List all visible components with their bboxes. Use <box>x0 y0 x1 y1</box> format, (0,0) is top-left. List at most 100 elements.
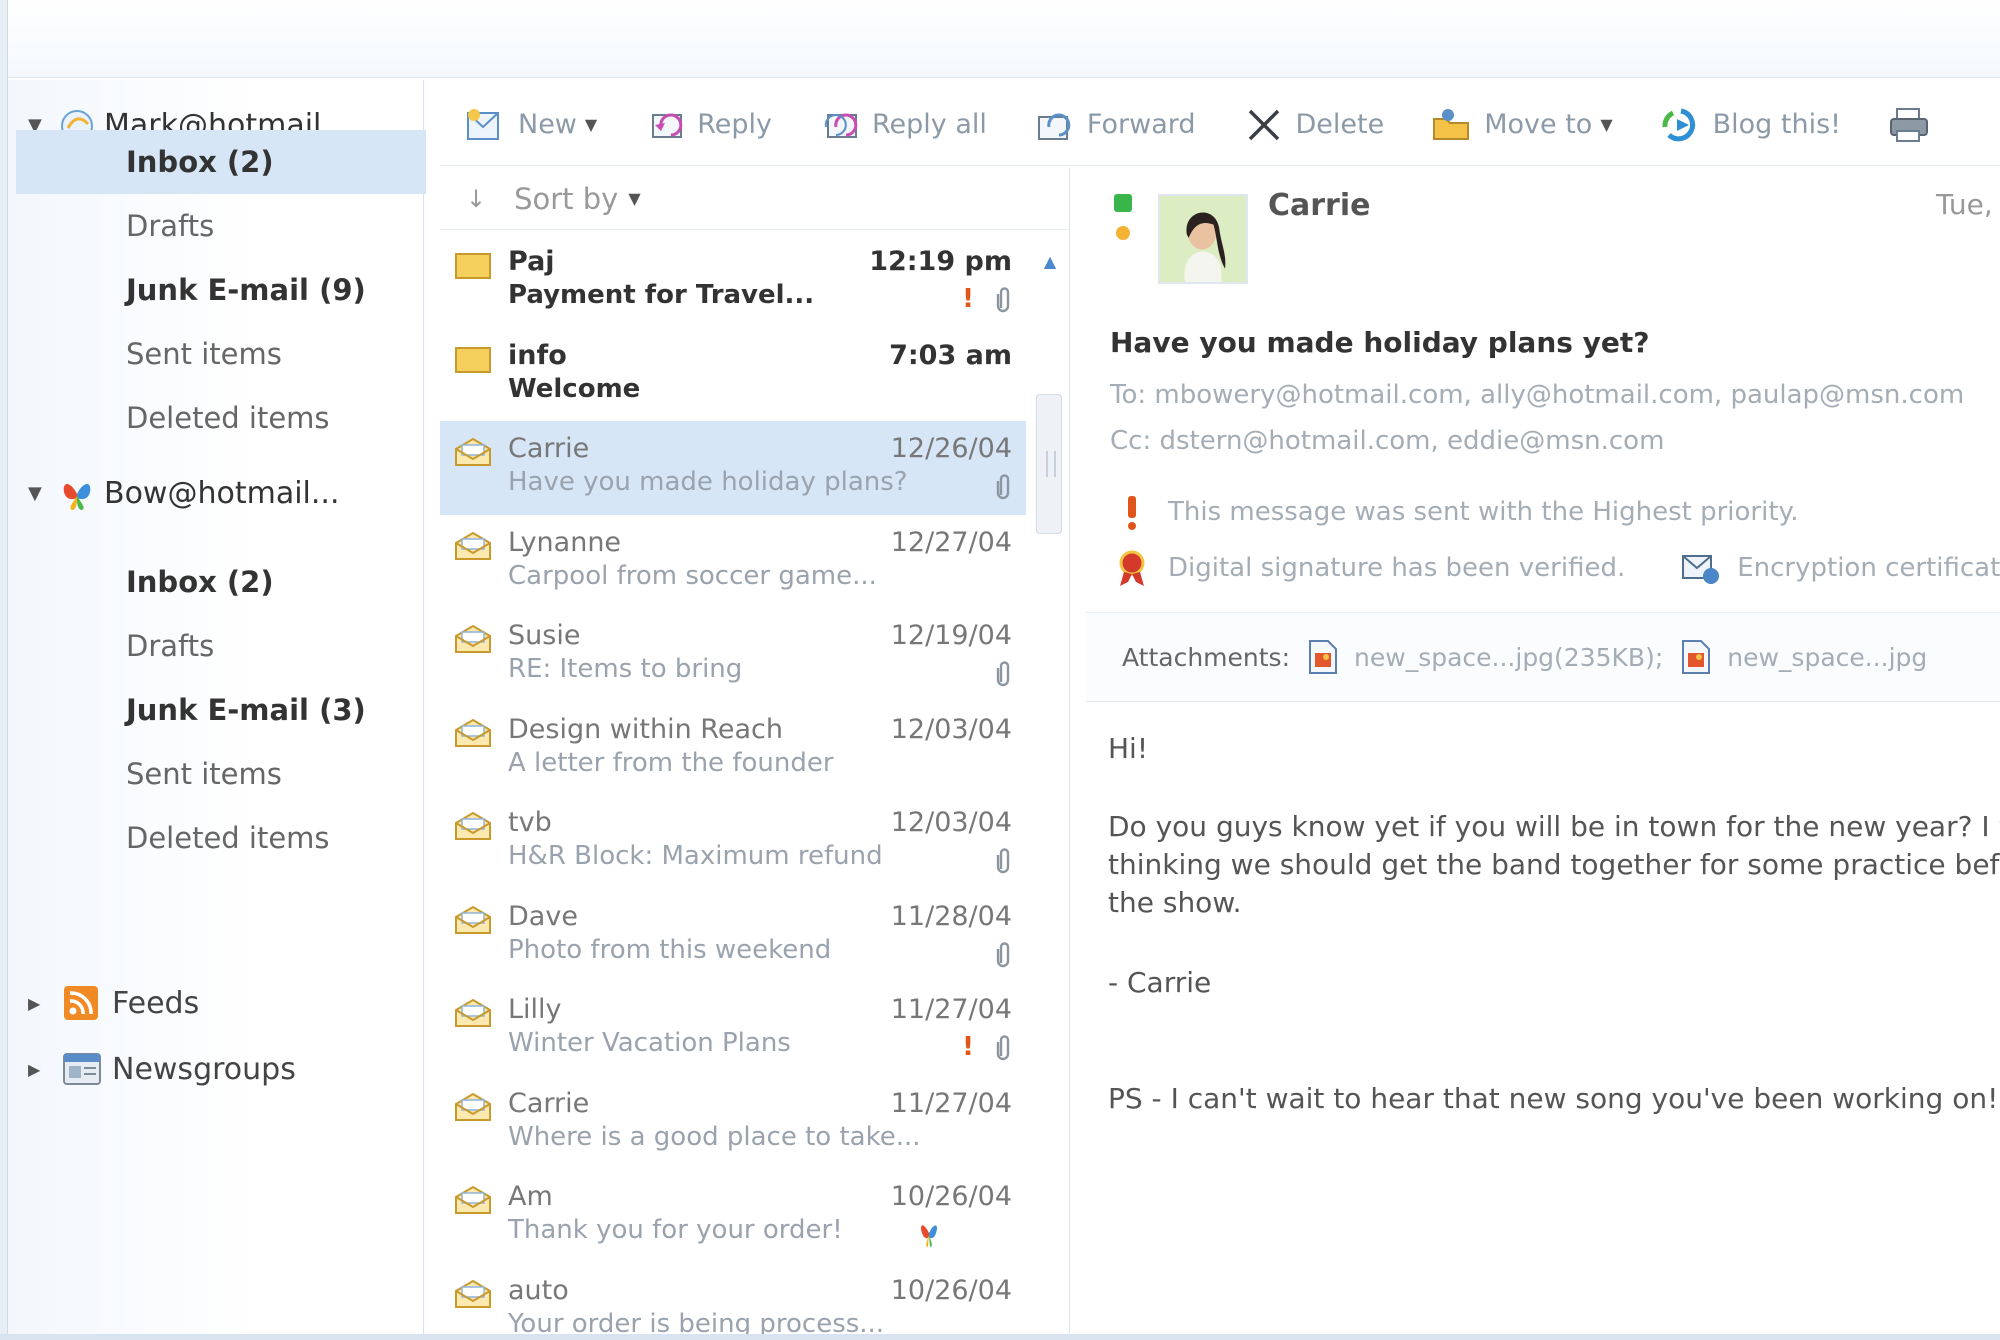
high-priority-icon: ! <box>962 1032 974 1062</box>
print-button[interactable] <box>1887 105 1941 145</box>
body-signoff: - Carrie <box>1108 966 1212 999</box>
blog-this-button[interactable]: Blog this! <box>1659 105 1841 145</box>
delete-x-icon <box>1248 109 1279 140</box>
folder-drafts-mark[interactable]: Drafts <box>16 194 426 258</box>
newsgroups-label: Newsgroups <box>112 1051 296 1087</box>
message-date: 12:19 pm <box>869 246 1012 277</box>
attachments-label: Attachments: <box>1122 642 1291 672</box>
message-row[interactable]: auto Your order is being process... 10/26/… <box>440 1263 1026 1340</box>
dropdown-arrow-icon[interactable]: ▼ <box>628 189 640 208</box>
message-from: Paj <box>508 246 555 277</box>
folder-inbox-bow[interactable]: Inbox (2) <box>16 550 426 614</box>
forward-icon <box>1037 113 1071 140</box>
move-to-button[interactable]: Move to ▼ <box>1430 105 1613 145</box>
message-from: tvb <box>508 807 552 838</box>
folder-junk-bow[interactable]: Junk E-mail (3) <box>16 678 426 742</box>
move-to-label: Move to <box>1484 109 1593 140</box>
expand-arrow-icon[interactable]: ▶ <box>28 1060 62 1079</box>
reply-button[interactable]: Reply <box>643 105 772 145</box>
message-flags: ! <box>962 1032 1012 1062</box>
message-flags <box>996 471 1012 501</box>
message-subject: Have you made holiday plans yet? <box>1110 326 1650 359</box>
message-subject-preview: Photo from this weekend <box>508 934 832 965</box>
newsgroups-node[interactable]: ▶ Newsgroups <box>28 1042 296 1096</box>
dropdown-arrow-icon[interactable]: ▼ <box>585 115 597 134</box>
message-row[interactable]: tvb H&R Block: Maximum refund 12/03/04 <box>440 795 1026 889</box>
reply-all-button[interactable]: Reply all <box>818 105 987 145</box>
message-from: Lynanne <box>508 526 622 558</box>
new-button[interactable]: New ▼ <box>464 105 597 145</box>
forward-button[interactable]: Forward <box>1033 105 1196 145</box>
message-subject-preview: H&R Block: Maximum refund <box>508 841 883 871</box>
message-row[interactable]: info Welcome 7:03 am <box>440 328 1026 422</box>
message-list: ↓ Sort by ▼ Paj Payment for Travel... 12:1… <box>440 168 1070 1339</box>
image-file-icon[interactable] <box>1681 639 1711 675</box>
window-title-bar <box>0 0 2000 78</box>
message-from: info <box>508 339 567 371</box>
folder-sent-bow[interactable]: Sent items <box>16 742 426 806</box>
dropdown-arrow-icon[interactable]: ▼ <box>1600 115 1612 134</box>
message-from: Susie <box>508 620 581 651</box>
scroll-thumb[interactable] <box>1036 394 1062 534</box>
message-row[interactable]: Susie RE: Items to bring 12/19/04 <box>440 608 1026 702</box>
message-row[interactable]: Lynanne Carpool from soccer game... 12/27/… <box>440 515 1026 609</box>
sort-direction-arrow-icon[interactable]: ↓ <box>466 185 486 213</box>
reading-pane: Carrie Tue, Have you made holiday plans … <box>1086 168 2000 1334</box>
folder-inbox-mark[interactable]: Inbox (2) <box>16 130 426 194</box>
message-row[interactable]: Design within Reach A letter from the fou… <box>440 702 1026 796</box>
expand-triangle-icon[interactable]: ▼ <box>28 483 58 504</box>
list-scrollbar[interactable]: ▲ <box>1030 238 1070 1334</box>
read-envelope-icon <box>455 905 491 934</box>
unread-envelope-icon <box>455 253 491 279</box>
sender-avatar[interactable] <box>1158 194 1248 284</box>
message-date: 11/27/04 <box>890 994 1012 1025</box>
rss-feed-icon <box>64 986 98 1020</box>
message-row[interactable]: Lilly Winter Vacation Plans 11/27/04! <box>440 982 1026 1076</box>
blog-icon <box>1662 108 1695 141</box>
to-recipients[interactable]: To: mbowery@hotmail.com, ally@hotmail.co… <box>1110 380 1964 410</box>
blog-this-label: Blog this! <box>1712 109 1841 140</box>
printer-icon <box>1890 107 1928 142</box>
attachment-file-2[interactable]: new_space...jpg <box>1727 643 1927 672</box>
folder-drafts-bow[interactable]: Drafts <box>16 614 426 678</box>
message-row[interactable]: Carrie Where is a good place to take... 11… <box>440 1076 1026 1170</box>
message-subject-preview: Winter Vacation Plans <box>508 1028 791 1058</box>
folder-deleted-bow[interactable]: Deleted items <box>16 806 426 870</box>
message-date: 12/27/04 <box>890 526 1012 558</box>
message-row[interactable]: Am Thank you for your order! 10/26/04 <box>440 1169 1026 1263</box>
new-label: New <box>518 109 577 140</box>
encryption-notice-text[interactable]: Encryption certificate <box>1737 553 2000 583</box>
forward-label: Forward <box>1086 109 1196 140</box>
message-row[interactable]: Carrie Have you made holiday plans? 12/26/… <box>440 421 1026 515</box>
folder-sent-mark[interactable]: Sent items <box>16 322 426 386</box>
attachment-file-1[interactable]: new_space...jpg(235KB); <box>1354 643 1663 672</box>
sort-bar[interactable]: ↓ Sort by ▼ <box>440 168 1070 230</box>
expand-arrow-icon[interactable]: ▶ <box>28 994 62 1013</box>
account-bow[interactable]: ▼ Bow@hotmail... <box>28 466 340 520</box>
message-date: 10/26/04 <box>890 1181 1012 1212</box>
away-status-icon <box>1116 226 1130 240</box>
body-postscript: PS - I can't wait to hear that new song … <box>1108 1082 1999 1115</box>
message-from: Dave <box>508 900 578 932</box>
folder-junk-mark[interactable]: Junk E-mail (9) <box>16 258 426 322</box>
message-subject-preview: Carpool from soccer game... <box>508 560 877 591</box>
feeds-node[interactable]: ▶ Feeds <box>28 976 199 1030</box>
scroll-up-arrow-icon[interactable]: ▲ <box>1030 252 1070 271</box>
sender-name[interactable]: Carrie <box>1268 188 1370 223</box>
read-envelope-icon <box>455 624 491 653</box>
message-row[interactable]: Dave Photo from this weekend 11/28/04 <box>440 889 1026 983</box>
reply-label: Reply <box>697 109 772 140</box>
newsgroups-icon <box>63 1053 101 1085</box>
cc-recipients[interactable]: Cc: dstern@hotmail.com, eddie@msn.com <box>1110 426 1664 456</box>
message-subject-preview: Where is a good place to take... <box>508 1121 921 1152</box>
image-file-icon[interactable] <box>1308 639 1338 675</box>
message-from: Design within Reach <box>508 713 783 745</box>
delete-button[interactable]: Delete <box>1242 105 1384 145</box>
body-line: the show. <box>1108 886 1242 919</box>
message-row[interactable]: Paj Payment for Travel... 12:19 pm! <box>440 234 1026 328</box>
message-date: 7:03 am <box>889 339 1012 371</box>
folder-deleted-mark[interactable]: Deleted items <box>16 386 426 450</box>
new-mail-icon <box>467 108 499 140</box>
paperclip-icon <box>996 661 1010 687</box>
message-from: Carrie <box>508 433 590 464</box>
